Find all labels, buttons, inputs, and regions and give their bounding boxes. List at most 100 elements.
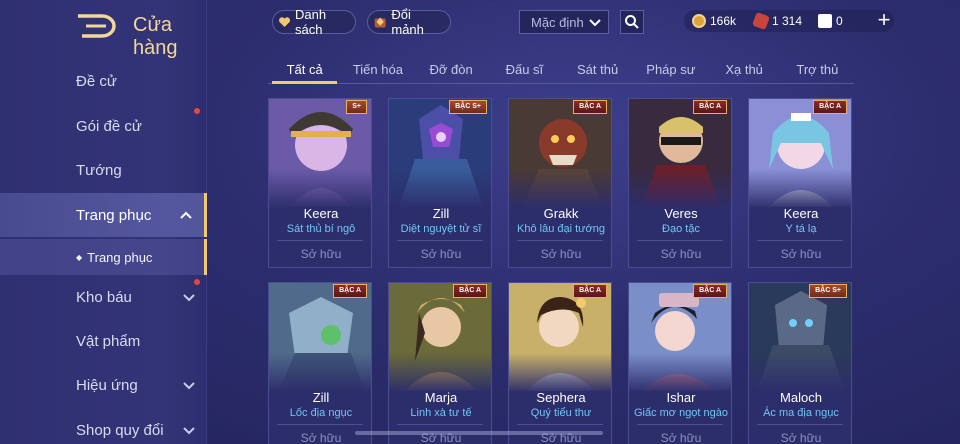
- tab-support[interactable]: Trợ thủ: [781, 58, 854, 83]
- skin-name: Ác ma địa ngục: [763, 407, 839, 419]
- tab-mage[interactable]: Pháp sư: [634, 58, 707, 83]
- tab-fighter[interactable]: Đấu sĩ: [488, 58, 561, 83]
- sidebar-item-label: Hiệu ứng: [76, 376, 138, 394]
- sidebar-item-items[interactable]: Vật phẩm: [0, 319, 207, 363]
- sidebar-item-bundles[interactable]: Gói đề cử: [0, 104, 207, 148]
- divider: [517, 424, 603, 425]
- hero-name: Ishar: [666, 390, 696, 405]
- sidebar-item-label: Shop quy đổi: [76, 421, 164, 439]
- art-fade: [629, 169, 731, 209]
- voucher-balance: 1 314: [752, 10, 803, 32]
- skin-card[interactable]: BẬC A Marja Linh xà tư tế Sở hữu: [388, 282, 492, 444]
- tab-assassin[interactable]: Sát thủ: [561, 58, 634, 83]
- divider: [397, 240, 483, 241]
- tab-marksman[interactable]: Xạ thủ: [708, 58, 781, 83]
- skin-card[interactable]: BẬC A Veres Đạo tặc Sở hữu: [628, 98, 732, 268]
- skin-card[interactable]: BẬC A Keera Y tá lạ Sở hữu: [748, 98, 852, 268]
- token-amount: 0: [836, 14, 843, 28]
- bullet-icon: ◆: [76, 252, 83, 262]
- gold-balance: 166k: [692, 10, 736, 32]
- back-logo-icon[interactable]: [76, 12, 116, 40]
- skin-name: Linh xà tư tế: [410, 407, 472, 419]
- sidebar-subitem-label: Trang phục: [87, 249, 153, 265]
- notification-dot: [194, 279, 200, 285]
- skin-name: Sát thủ bí ngô: [286, 223, 356, 235]
- tab-evolution[interactable]: Tiến hóa: [341, 58, 414, 83]
- sidebar-item-label: Trang phục: [76, 206, 152, 224]
- tier-badge: BẬC A: [693, 100, 727, 114]
- art-fade: [389, 169, 491, 209]
- sidebar-subitem-skins[interactable]: ◆ Trang phục: [0, 239, 207, 275]
- owned-status: Sở hữu: [300, 247, 342, 261]
- skin-card[interactable]: BẬC A Grakk Khô lâu đại tướng Sở hữu: [508, 98, 612, 268]
- owned-status: Sở hữu: [660, 247, 702, 261]
- skin-card[interactable]: BẬC A Ishar Giấc mơ ngọt ngào Sở hữu: [628, 282, 732, 444]
- shard-chest-icon: [374, 17, 386, 28]
- hero-name: Sephera: [536, 390, 586, 405]
- tier-badge: BẬC A: [573, 100, 607, 114]
- skin-name: Diệt nguyệt tử sĩ: [400, 223, 482, 235]
- sidebar-item-label: Kho báu: [76, 288, 132, 306]
- skin-card[interactable]: BẬC S+ Zill Diệt nguyệt tử sĩ Sở hữu: [388, 98, 492, 268]
- skin-name: Y tá lạ: [785, 223, 817, 235]
- chevron-down-icon: [183, 427, 195, 435]
- search-icon: [625, 15, 639, 29]
- scroll-indicator[interactable]: [355, 431, 603, 435]
- sidebar: Cửa hàng Đề cử Gói đề cử Tướng Trang phụ…: [0, 0, 207, 444]
- hero-name: Zill: [312, 390, 330, 405]
- hero-name: Grakk: [543, 206, 579, 221]
- gold-coin-icon: [692, 14, 706, 28]
- sidebar-item-heroes[interactable]: Tướng: [0, 148, 207, 192]
- sidebar-item-label: Tướng: [76, 161, 122, 179]
- tab-tank[interactable]: Đỡ đòn: [415, 58, 488, 83]
- skin-card[interactable]: BẬC A Zill Lốc địa ngục Sở hữu: [268, 282, 372, 444]
- page-title: Cửa hàng: [133, 14, 178, 59]
- token-icon: [818, 14, 832, 28]
- hero-name: Keera: [303, 206, 339, 221]
- token-balance: 0: [818, 10, 843, 32]
- heart-icon: [279, 17, 291, 28]
- tier-badge: BẬC S+: [449, 100, 487, 114]
- sidebar-item-skins[interactable]: Trang phục: [0, 193, 207, 237]
- sidebar-item-treasure[interactable]: Kho báu: [0, 275, 207, 319]
- sidebar-item-recommended[interactable]: Đề cử: [0, 59, 207, 103]
- exchange-shards-label: Đổi mảnh: [391, 7, 424, 37]
- sort-selected-value: Mặc định: [531, 14, 584, 30]
- owned-status: Sở hữu: [660, 431, 702, 444]
- skin-name: Lốc địa ngục: [289, 407, 353, 419]
- owned-status: Sở hữu: [780, 247, 822, 261]
- owned-status: Sở hữu: [540, 247, 582, 261]
- chevron-down-icon: [183, 382, 195, 390]
- sidebar-item-exchange-shop[interactable]: Shop quy đổi: [0, 408, 207, 444]
- skin-card[interactable]: S+ Keera Sát thủ bí ngô Sở hữu: [268, 98, 372, 268]
- hero-name: Keera: [783, 206, 819, 221]
- skin-name: Khô lâu đại tướng: [517, 223, 605, 235]
- owned-status: Sở hữu: [780, 431, 822, 444]
- exchange-shards-button[interactable]: Đổi mảnh: [367, 7, 451, 37]
- hero-name: Veres: [664, 206, 698, 221]
- hero-name: Zill: [432, 206, 450, 221]
- category-tabs: Tất cả Tiến hóa Đỡ đòn Đấu sĩ Sát thủ Ph…: [268, 58, 854, 84]
- tier-badge: BẬC A: [333, 284, 367, 298]
- tab-all[interactable]: Tất cả: [268, 58, 341, 84]
- search-button[interactable]: [620, 10, 644, 34]
- skin-card[interactable]: BẬC S+ Maloch Ác ma địa ngục Sở hữu: [748, 282, 852, 444]
- list-button-label: Danh sách: [295, 7, 327, 37]
- skin-card[interactable]: BẬC A Sephera Quý tiểu thư Sở hữu: [508, 282, 612, 444]
- voucher-icon: [752, 12, 770, 30]
- divider: [397, 424, 483, 425]
- voucher-amount: 1 314: [772, 14, 803, 28]
- art-fade: [269, 353, 371, 393]
- tier-badge: S+: [346, 100, 367, 114]
- list-button[interactable]: Danh sách: [272, 7, 356, 37]
- divider: [637, 240, 723, 241]
- sort-dropdown[interactable]: Mặc định: [519, 10, 609, 34]
- sidebar-item-label: Vật phẩm: [76, 332, 141, 350]
- sidebar-item-label: Đề cử: [76, 72, 117, 90]
- hero-name: Marja: [424, 390, 458, 405]
- add-currency-button[interactable]: +: [874, 8, 894, 32]
- sidebar-item-effects[interactable]: Hiệu ứng: [0, 363, 207, 407]
- chevron-up-icon: [180, 211, 192, 219]
- divider: [757, 240, 843, 241]
- skin-name: Đạo tặc: [662, 223, 700, 235]
